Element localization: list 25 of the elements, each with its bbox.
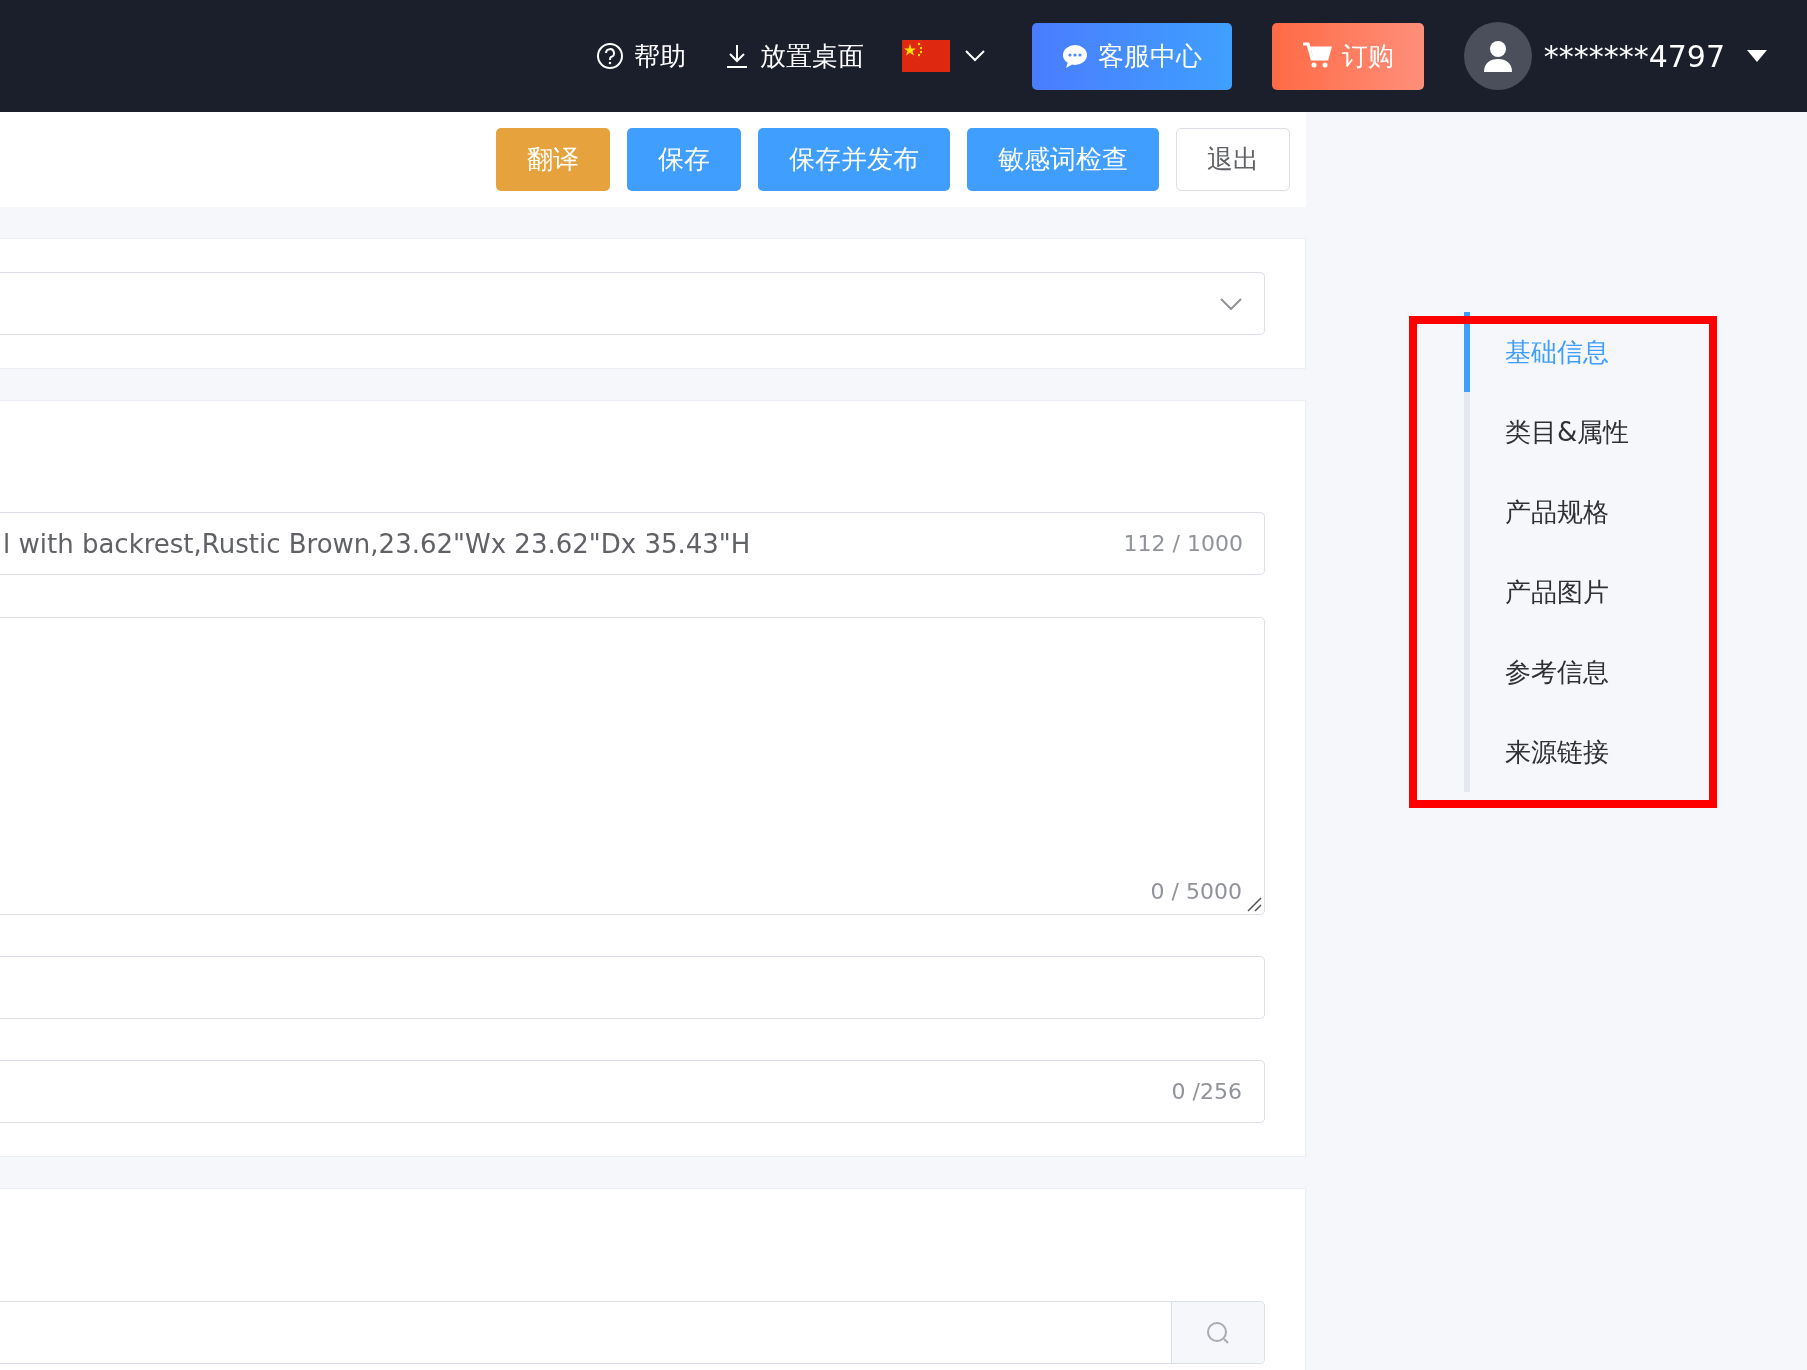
chevron-down-icon — [1220, 297, 1242, 310]
character-counter: 0 / 5000 — [1150, 879, 1242, 904]
description-field[interactable]: 0 / 5000 — [0, 617, 1265, 915]
help-link[interactable]: 帮助 — [595, 38, 686, 74]
desktop-shortcut-link[interactable]: 放置桌面 — [723, 38, 864, 74]
chat-bubble-icon — [1061, 44, 1088, 68]
resize-grip-icon[interactable] — [1246, 896, 1262, 912]
cart-icon — [1301, 42, 1332, 70]
character-counter: 0 /256 — [1171, 1079, 1242, 1104]
keywords-field[interactable]: 0 /256 — [0, 1060, 1265, 1123]
anchor-link[interactable]: 来源链接 — [1464, 712, 1630, 792]
flag-icon[interactable] — [901, 40, 950, 72]
toolbar-button[interactable]: 退出 — [1176, 128, 1290, 191]
character-counter: 112 / 1000 — [1123, 531, 1243, 556]
search-icon — [1205, 1319, 1231, 1346]
customer-service-button[interactable]: 客服中心 — [1031, 22, 1232, 90]
anchor-link[interactable]: 产品规格 — [1464, 472, 1630, 552]
help-icon — [595, 42, 624, 70]
user-icon — [1482, 40, 1513, 72]
anchor-link[interactable]: 产品图片 — [1464, 552, 1630, 632]
anchor-link[interactable]: 参考信息 — [1464, 632, 1630, 712]
caret-icon[interactable] — [1747, 50, 1767, 62]
user-name[interactable]: *******4797 — [1543, 38, 1725, 74]
chevron-down-icon[interactable] — [963, 49, 986, 63]
anchor-link[interactable]: 类目&属性 — [1464, 392, 1630, 472]
